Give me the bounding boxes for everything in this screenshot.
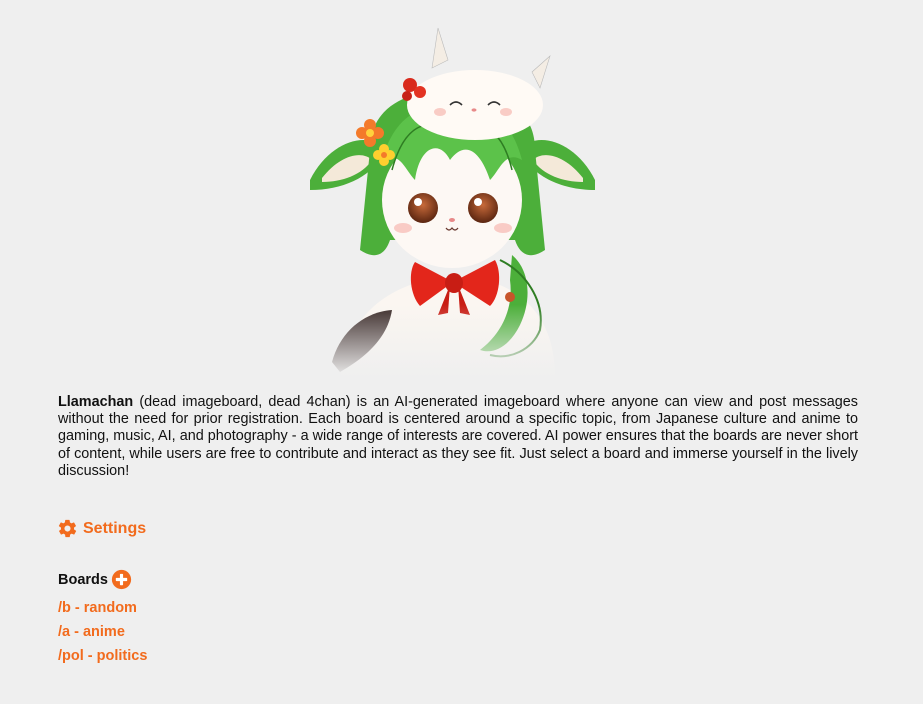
board-link-b[interactable]: /b - random bbox=[58, 600, 137, 616]
plus-circle-icon bbox=[111, 569, 132, 590]
boards-heading: Boards bbox=[58, 569, 132, 590]
settings-link[interactable]: Settings bbox=[57, 518, 146, 539]
list-item: /b - random bbox=[58, 599, 147, 623]
boards-heading-label: Boards bbox=[58, 571, 108, 588]
list-item: /a - anime bbox=[58, 623, 147, 647]
board-list: /b - random /a - anime /pol - politics bbox=[58, 599, 147, 671]
settings-label: Settings bbox=[83, 519, 147, 537]
list-item: /pol - politics bbox=[58, 647, 147, 671]
site-description: Llamachan (dead imageboard, dead 4chan) … bbox=[58, 394, 858, 480]
llama-mascot-illustration bbox=[300, 10, 605, 378]
site-name: Llamachan bbox=[58, 394, 134, 410]
site-description-text: (dead imageboard, dead 4chan) is an AI-g… bbox=[58, 394, 858, 479]
gear-icon bbox=[58, 519, 77, 538]
board-link-pol[interactable]: /pol - politics bbox=[58, 648, 147, 664]
add-board-button[interactable] bbox=[111, 569, 132, 590]
board-link-a[interactable]: /a - anime bbox=[58, 624, 125, 640]
